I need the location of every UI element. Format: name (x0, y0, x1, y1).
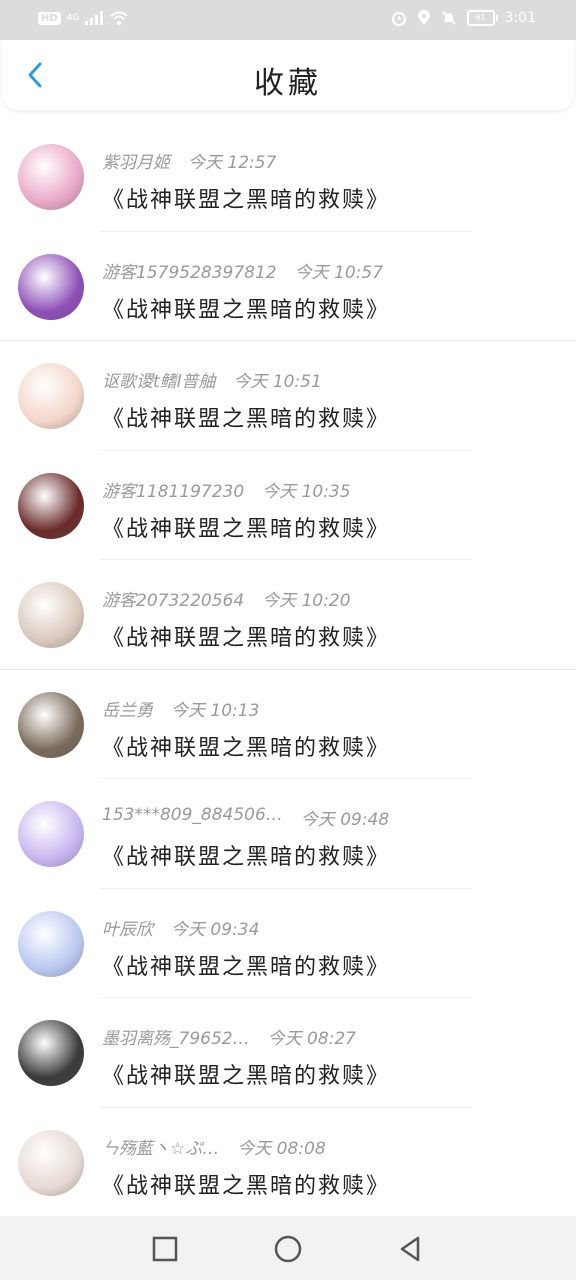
username[interactable]: 游客2073220564 (102, 586, 244, 611)
username[interactable]: 紫羽月姬 (102, 148, 170, 173)
timestamp: 今天 10:51 (233, 372, 322, 392)
list-item[interactable]: 游客1181197230 今天 10:35 《战神联盟之黑暗的救赎》 (0, 451, 576, 560)
hd-indicator: HD (38, 11, 61, 25)
avatar[interactable] (18, 253, 84, 320)
timestamp: 今天 12:57 (188, 153, 277, 173)
username[interactable]: 153***809_884506… (102, 805, 283, 830)
item-meta: 游客1579528397812 今天 10:57 (102, 258, 383, 283)
avatar[interactable] (18, 691, 84, 758)
username[interactable]: 叶辰欣 (102, 915, 153, 940)
username[interactable]: 讴歌谡t鳍l普舳 (102, 367, 215, 392)
network-type: 4G (66, 13, 80, 23)
item-meta: 紫羽月姬 今天 12:57 (102, 148, 276, 173)
timestamp: 今天 10:57 (294, 262, 384, 283)
alarm-icon (391, 12, 406, 26)
square-icon[interactable] (150, 1234, 180, 1264)
list-item[interactable]: 游客2073220564 今天 10:20 《战神联盟之黑暗的救赎》 (0, 560, 576, 670)
item-meta: 岳兰勇 今天 10:13 (102, 696, 259, 721)
book-title[interactable]: 《战神联盟之黑暗的救赎》 (102, 182, 390, 214)
book-title[interactable]: 《战神联盟之黑暗的救赎》 (102, 620, 390, 652)
signal-icon (85, 11, 104, 25)
username[interactable]: 墨羽离殇_79652… (102, 1024, 250, 1049)
username[interactable]: 游客1579528397812 (102, 258, 277, 283)
avatar[interactable] (18, 910, 84, 977)
username[interactable]: 岳兰勇 (102, 696, 153, 721)
page-title: 收藏 (254, 66, 322, 101)
timestamp: 今天 09:48 (300, 810, 390, 830)
book-title[interactable]: 《战神联盟之黑暗的救赎》 (102, 1058, 390, 1090)
system-nav-bar (0, 1216, 576, 1280)
avatar[interactable] (18, 363, 84, 429)
item-meta: 游客1181197230 今天 10:35 (102, 477, 351, 502)
timestamp: 今天 08:08 (237, 1138, 326, 1159)
triangle-back-icon[interactable] (396, 1234, 426, 1264)
item-meta: 叶辰欣 今天 09:34 (102, 915, 259, 940)
list-item[interactable]: 墨羽离殇_79652… 今天 08:27 《战神联盟之黑暗的救赎》 (0, 998, 576, 1108)
list-item[interactable]: 讴歌谡t鳍l普舳 今天 10:51 《战神联盟之黑暗的救赎》 (0, 341, 576, 451)
timestamp: 今天 09:34 (171, 919, 260, 940)
book-title[interactable]: 《战神联盟之黑暗的救赎》 (102, 730, 390, 762)
avatar[interactable] (18, 1129, 84, 1196)
avatar[interactable] (18, 801, 84, 867)
username[interactable]: 游客1181197230 (102, 477, 244, 502)
wifi-icon (110, 11, 129, 25)
avatar[interactable] (18, 582, 84, 648)
list-item[interactable]: ㄣ殇藍丶☆ぷ… 今天 08:08 《战神联盟之黑暗的救赎》 (0, 1108, 576, 1217)
clock: 3:01 (504, 10, 536, 26)
book-title[interactable]: 《战神联盟之黑暗的救赎》 (102, 292, 390, 324)
timestamp: 今天 08:27 (267, 1029, 356, 1049)
book-title[interactable]: 《战神联盟之黑暗的救赎》 (102, 401, 390, 433)
circle-icon[interactable] (273, 1234, 303, 1264)
location-icon (417, 10, 430, 25)
book-title[interactable]: 《战神联盟之黑暗的救赎》 (102, 511, 390, 543)
list-item[interactable]: 游客1579528397812 今天 10:57 《战神联盟之黑暗的救赎》 (0, 232, 576, 341)
avatar[interactable] (18, 472, 84, 539)
avatar[interactable] (18, 144, 84, 210)
item-meta: 墨羽离殇_79652… 今天 08:27 (102, 1024, 356, 1049)
list-item[interactable]: 紫羽月姬 今天 12:57 《战神联盟之黑暗的救赎》 (0, 122, 576, 232)
status-bar: HD 4G 61 3:01 (0, 0, 576, 40)
avatar[interactable] (18, 1020, 84, 1086)
list-item[interactable]: 岳兰勇 今天 10:13 《战神联盟之黑暗的救赎》 (0, 670, 576, 779)
item-meta: 153***809_884506… 今天 09:48 (102, 805, 389, 830)
list-item[interactable]: 153***809_884506… 今天 09:48 《战神联盟之黑暗的救赎》 (0, 779, 576, 889)
list-item[interactable]: 叶辰欣 今天 09:34 《战神联盟之黑暗的救赎》 (0, 889, 576, 998)
username[interactable]: ㄣ殇藍丶☆ぷ… (102, 1134, 219, 1159)
timestamp: 今天 10:35 (262, 481, 351, 502)
favorites-list: 紫羽月姬 今天 12:57 《战神联盟之黑暗的救赎》 游客1579528397812 今… (0, 122, 576, 1217)
item-meta: 游客2073220564 今天 10:20 (102, 586, 351, 611)
mute-bell-icon (441, 11, 456, 25)
book-title[interactable]: 《战神联盟之黑暗的救赎》 (102, 1168, 390, 1200)
item-meta: ㄣ殇藍丶☆ぷ… 今天 08:08 (102, 1134, 326, 1159)
item-meta: 讴歌谡t鳍l普舳 今天 10:51 (102, 367, 322, 392)
book-title[interactable]: 《战神联盟之黑暗的救赎》 (102, 949, 390, 981)
top-bar: 收藏 (2, 40, 574, 110)
battery-icon: 61 (466, 10, 498, 26)
battery-level: 61 (475, 13, 486, 22)
timestamp: 今天 10:13 (171, 700, 260, 721)
timestamp: 今天 10:20 (262, 591, 351, 611)
book-title[interactable]: 《战神联盟之黑暗的救赎》 (102, 839, 390, 871)
